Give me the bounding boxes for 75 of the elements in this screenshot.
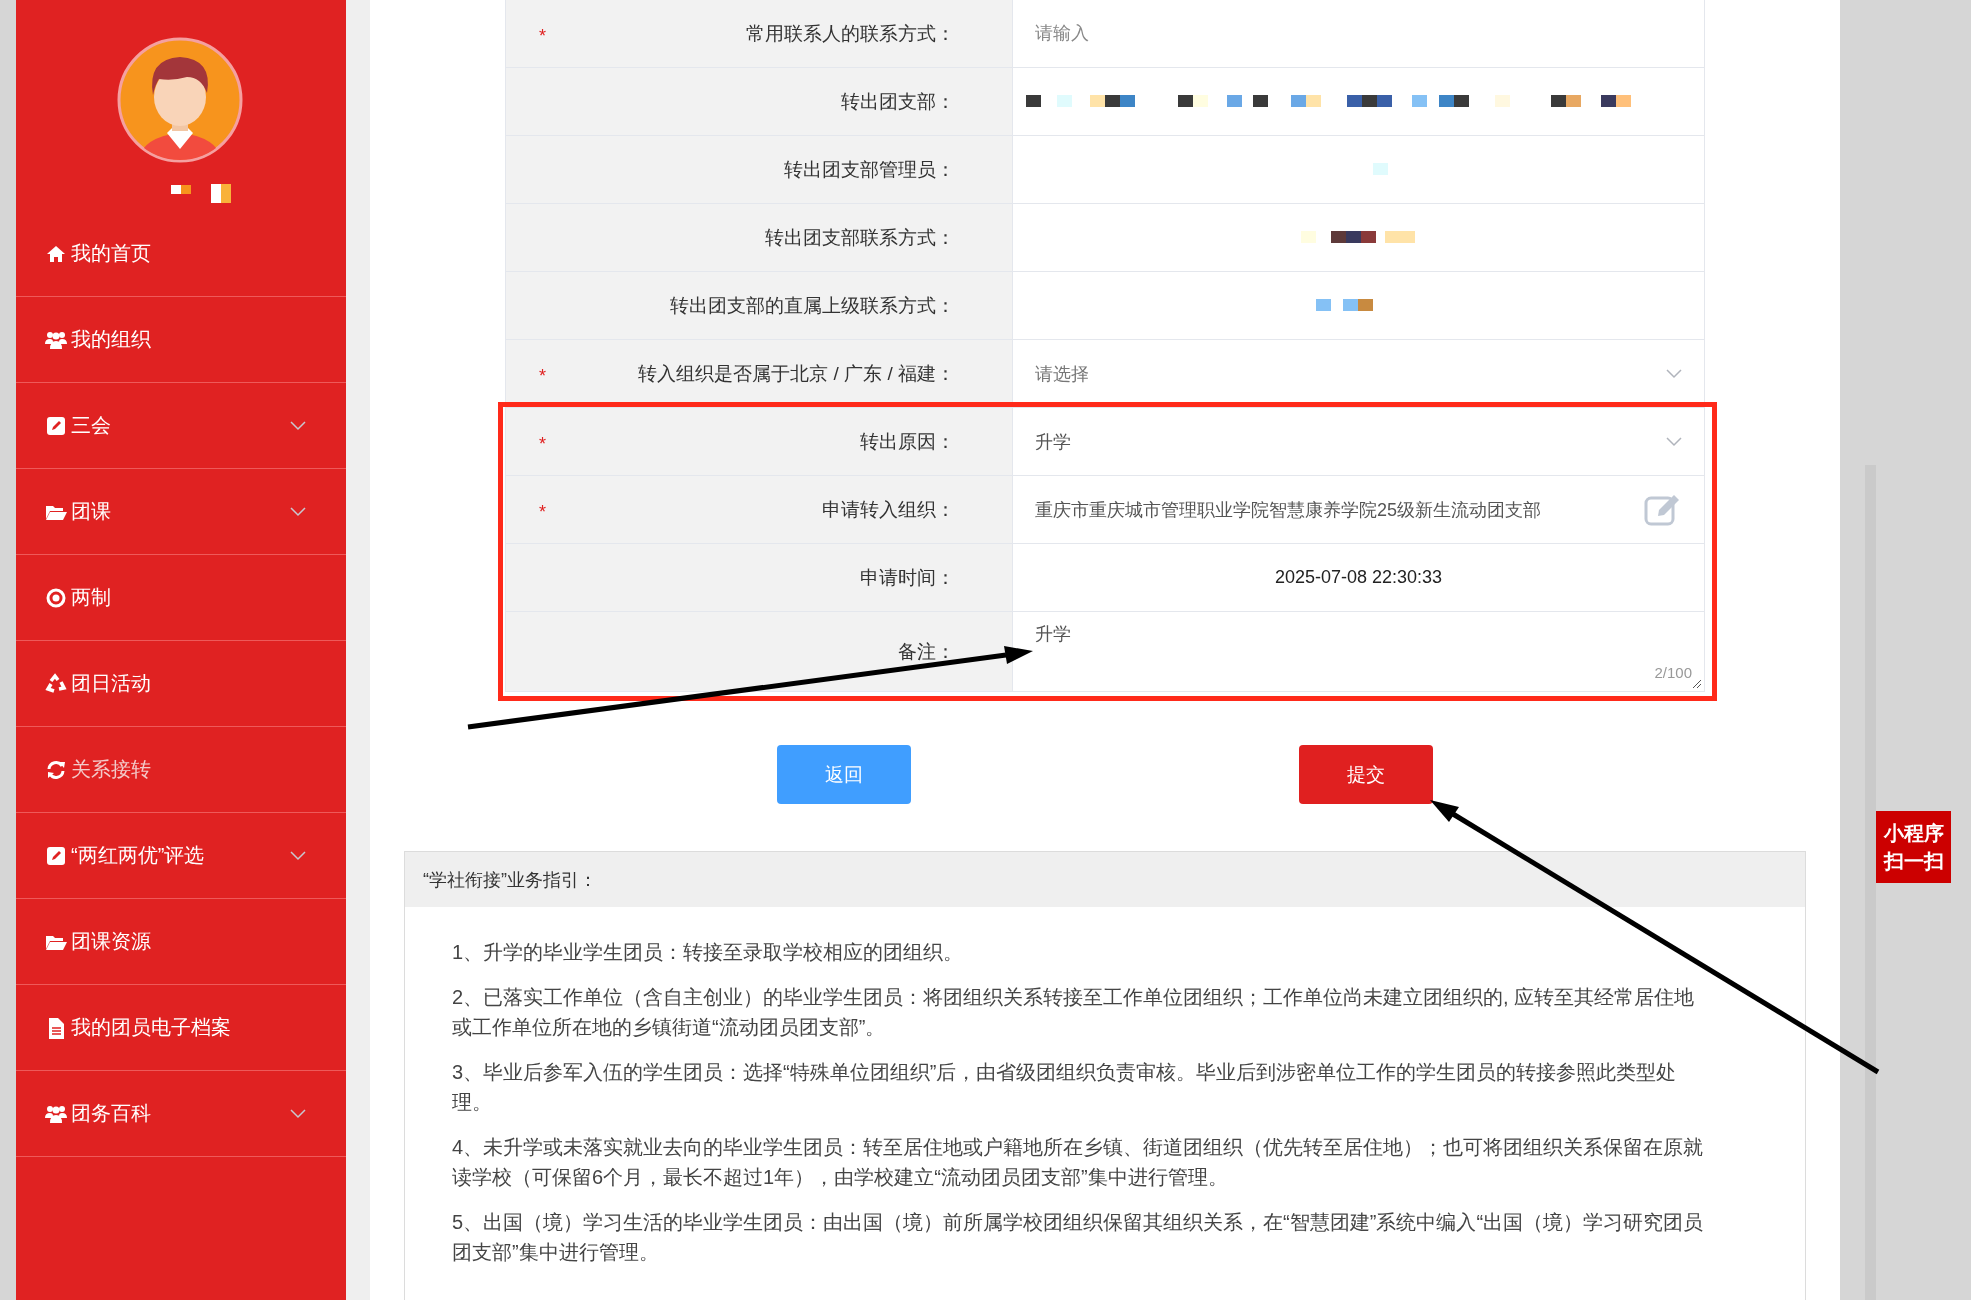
redaction-mosaic — [1301, 231, 1316, 243]
guide-title: “学社衔接”业务指引： — [423, 868, 597, 892]
redaction-mosaic — [1412, 95, 1427, 107]
field-label: 转入组织是否属于北京 / 广东 / 福建： — [638, 361, 955, 386]
back-button[interactable]: 返回 — [777, 745, 911, 804]
mini-program-badge[interactable]: 小程序 扫一扫 — [1876, 811, 1951, 883]
field-label: 转出原因： — [860, 429, 955, 454]
field-label: 转出团支部联系方式： — [765, 225, 955, 250]
edit-icon[interactable] — [1644, 492, 1682, 527]
edit-icon — [45, 844, 67, 867]
scrollbar-thumb[interactable] — [1865, 465, 1876, 1300]
redaction-mosaic — [1193, 95, 1208, 107]
redaction-mosaic — [1306, 95, 1321, 107]
chevron-icon — [1666, 368, 1682, 379]
redaction-mosaic — [1362, 95, 1377, 107]
select-field[interactable]: 请选择 — [1035, 361, 1682, 386]
guide-paragraph: 4、未升学或未落实就业去向的毕业学生团员：转至居住地或户籍地所在乡镇、街道团组织（优先转至居住地）；也可将团组织关系保留在原就读学校（可保留6个月，最长不超过1年），由学校建立“流动团员团支部”集中进行管理。 — [452, 1135, 1705, 1190]
select-field[interactable]: 升学 — [1035, 429, 1682, 454]
guide-paragraph: 3、毕业后参军入伍的学生团员：选择“特殊单位团组织”后，由省级团组织负责审核。毕业后到涉密单位工作的学生团员的转接参照此类型处理。 — [452, 1060, 1678, 1115]
redaction-mosaic — [1227, 95, 1242, 107]
redaction-mosaic — [1495, 95, 1510, 107]
required-mark: * — [539, 434, 546, 455]
guide-paragraph: 1、升学的毕业学生团员：转接至录取学校相应的团组织。 — [452, 940, 965, 965]
redaction-mosaic — [1343, 299, 1358, 311]
redaction-mosaic — [1105, 95, 1120, 107]
redaction-mosaic — [1361, 231, 1376, 243]
redaction-mosaic — [1566, 95, 1581, 107]
redaction-mosaic — [171, 185, 191, 194]
field-label: 申请转入组织： — [822, 497, 955, 522]
char-counter: 2/100 — [1654, 664, 1692, 681]
edit-icon — [45, 414, 67, 437]
redaction-mosaic — [1358, 299, 1373, 311]
guide-paragraph: 5、出国（境）学习生活的毕业学生团员：由出国（境）前所属学校团组织保留其组织关系，在“智慧团建”系统中编入“出国（境）学习研究团员团支部”集中进行管理。 — [452, 1210, 1705, 1265]
remark-field[interactable]: 升学 — [1035, 612, 1682, 656]
redaction-mosaic — [1385, 231, 1415, 243]
guide-paragraph: 2、已落实工作单位（含自主创业）的毕业学生团员：将团组织关系转接至工作单位团组织；工作单位尚未建立团组织的, 应转至其经常居住地或工作单位所在地的乡镇街道“流动团员团支部”。 — [452, 985, 1696, 1040]
resize-handle-icon[interactable] — [1692, 679, 1702, 689]
redaction-mosaic — [1439, 95, 1454, 107]
redaction-mosaic — [1331, 231, 1346, 243]
redaction-mosaic — [1291, 95, 1306, 107]
submit-button[interactable]: 提交 — [1299, 745, 1433, 804]
redaction-mosaic — [1090, 95, 1105, 107]
redaction-mosaic — [1373, 163, 1388, 175]
field-label: 申请时间： — [860, 565, 955, 590]
redaction-mosaic — [1026, 95, 1041, 107]
field-label: 转出团支部： — [841, 89, 955, 114]
target-icon — [45, 586, 67, 609]
redaction-mosaic — [1347, 95, 1362, 107]
redaction-mosaic — [1057, 95, 1072, 107]
field-label: 常用联系人的联系方式： — [746, 21, 955, 46]
recycle-icon — [45, 672, 67, 695]
redaction-mosaic — [1601, 95, 1616, 107]
organization-value: 重庆市重庆城市管理职业学院智慧康养学院25级新生流动团支部 — [1035, 498, 1543, 522]
redaction-mosaic — [1316, 299, 1331, 311]
field-label: 转出团支部管理员： — [784, 157, 955, 182]
required-mark: * — [539, 366, 546, 387]
refresh-icon — [45, 758, 67, 781]
chevron-icon — [1666, 436, 1682, 447]
badge-text: 小程序 — [1883, 821, 1944, 846]
redaction-mosaic — [1253, 95, 1268, 107]
required-mark: * — [539, 26, 546, 47]
contact-input[interactable]: 请输入 — [1035, 23, 1682, 44]
redaction-mosaic — [1616, 95, 1631, 107]
redaction-mosaic — [1178, 95, 1193, 107]
time-value: 2025-07-08 22:30:33 — [1273, 567, 1444, 588]
redaction-mosaic — [1454, 95, 1469, 107]
redaction-mosaic — [1377, 95, 1392, 107]
redaction-mosaic — [1120, 95, 1135, 107]
required-mark: * — [539, 502, 546, 523]
redaction-mosaic — [1551, 95, 1566, 107]
redaction-mosaic — [211, 184, 231, 203]
badge-text: 扫一扫 — [1883, 849, 1944, 874]
field-label: 备注： — [898, 639, 955, 664]
field-label: 转出团支部的直属上级联系方式： — [670, 293, 955, 318]
redaction-mosaic — [1346, 231, 1361, 243]
